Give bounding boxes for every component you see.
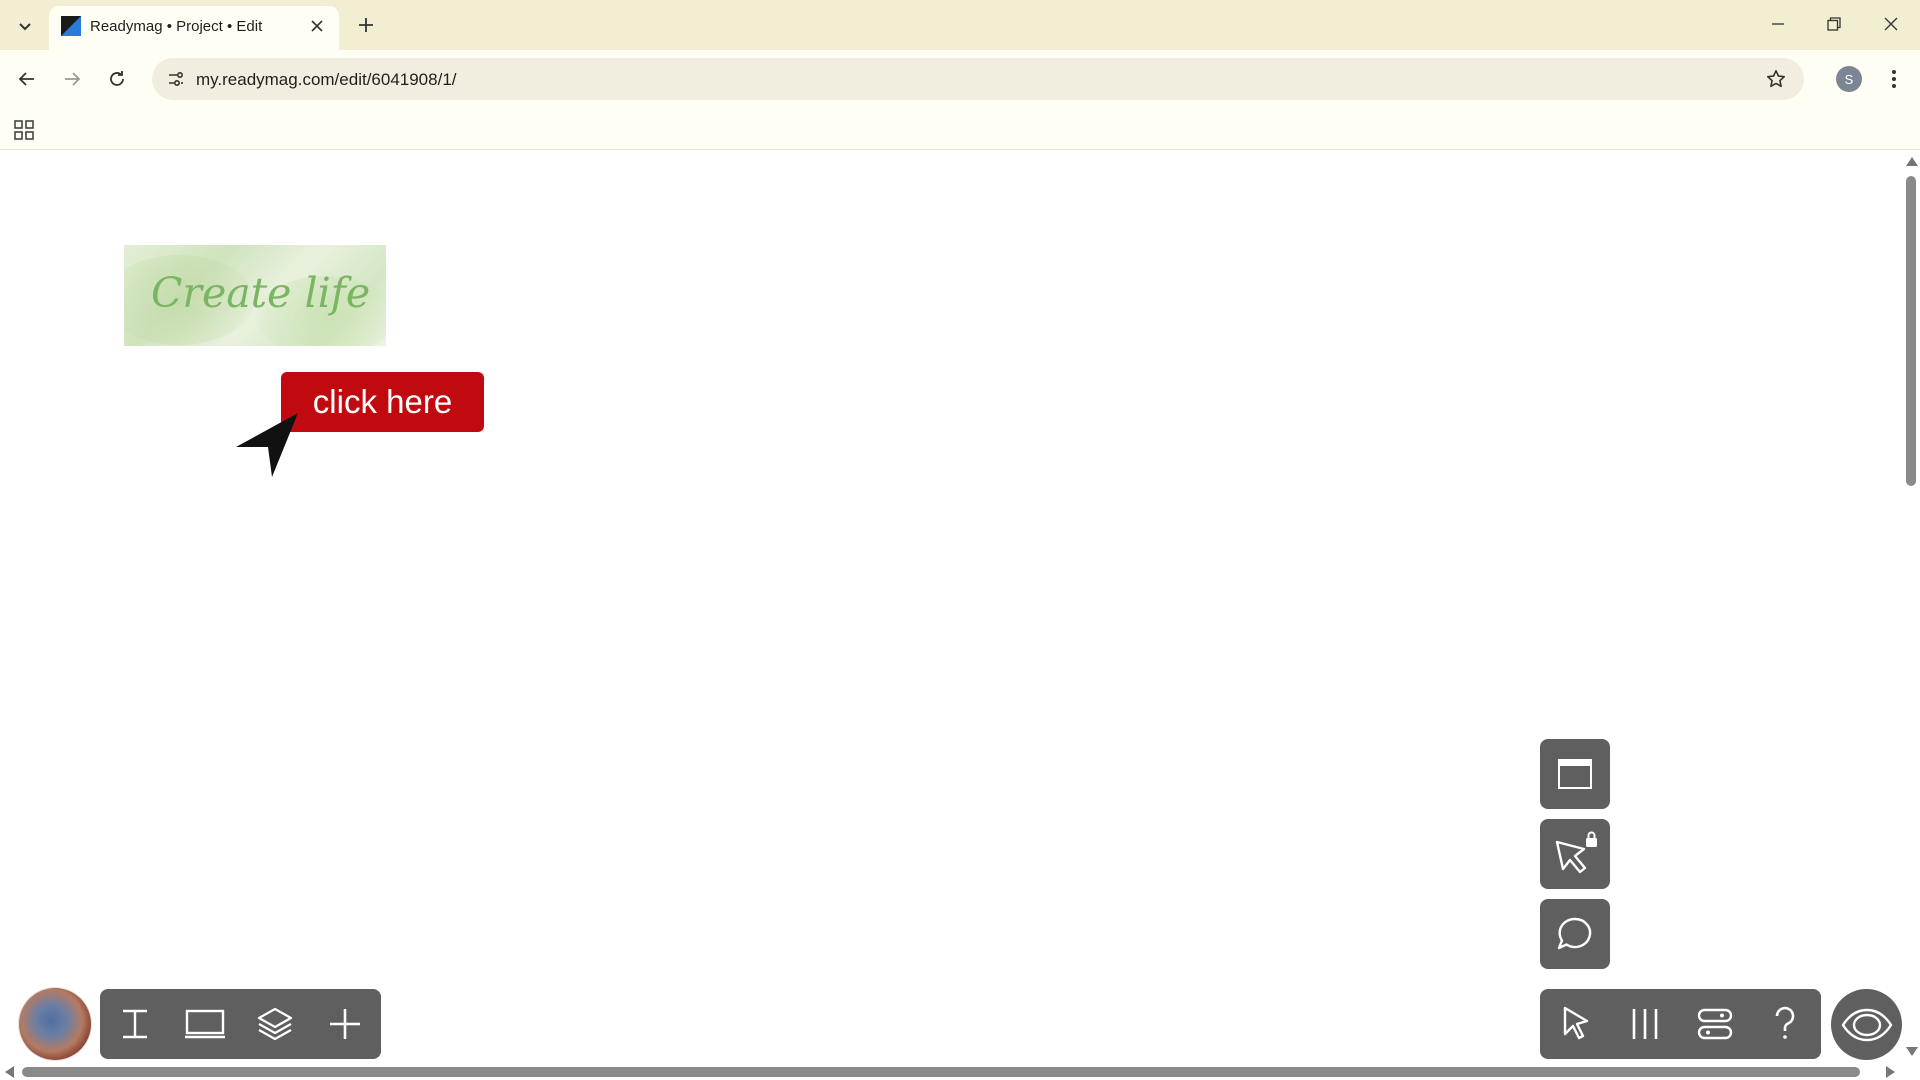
bookmark-button[interactable] [1764,67,1788,91]
pointer-lock-button[interactable] [1540,819,1610,889]
reload-button[interactable] [100,62,134,96]
comment-button[interactable] [1540,899,1610,969]
add-icon [330,1009,360,1039]
reload-icon [110,71,124,86]
minimize-button[interactable] [1760,6,1796,42]
forward-icon [65,72,81,86]
star-icon [1767,70,1785,88]
restore-icon [1827,17,1841,31]
hero-image[interactable]: Create life [124,245,386,346]
settings-toggle-icon [1697,1008,1733,1040]
profile-avatar[interactable]: S [1836,66,1862,92]
chevron-down-icon [19,23,31,31]
editor-canvas[interactable]: Create life click here [0,151,1904,1066]
help-icon [1775,1006,1795,1039]
scroll-left-arrow-icon[interactable] [5,1066,14,1078]
close-icon [311,20,323,32]
minimize-icon [1772,23,1784,25]
left-tools-panel [100,989,381,1059]
horizontal-scroll-thumb[interactable] [22,1067,1860,1077]
close-window-button[interactable] [1873,6,1909,42]
hero-text: Create life [151,269,371,317]
layers-button[interactable] [240,989,310,1059]
browser-menu-button[interactable] [1880,64,1908,94]
url-text[interactable]: my.readymag.com/edit/6041908/1/ [196,70,457,90]
apps-icon[interactable] [12,118,36,142]
columns-button[interactable] [1610,989,1680,1059]
active-tab[interactable]: Readymag • Project • Edit [49,6,339,50]
tab-search-button[interactable] [11,12,39,40]
scroll-up-arrow-icon[interactable] [1906,157,1918,166]
click-here-button[interactable]: click here [281,372,484,432]
navigation-arrow-icon[interactable] [234,411,304,477]
text-tool-button[interactable] [100,989,170,1059]
right-tools-panel [1540,989,1821,1059]
widget-button[interactable] [1540,739,1610,809]
add-button[interactable] [310,989,380,1059]
settings-toggle-button[interactable] [1680,989,1750,1059]
columns-icon [1632,1009,1658,1039]
site-info-icon [169,71,184,87]
tab-close-button[interactable] [307,16,327,36]
comment-icon [1557,917,1592,950]
close-window-icon [1884,17,1898,31]
more-icon [1892,70,1896,88]
bookmarks-bar [0,108,1920,150]
project-avatar[interactable] [19,988,91,1060]
page-icon [185,1009,225,1039]
widget-icon [1558,759,1592,789]
page-button[interactable] [170,989,240,1059]
vertical-scroll-thumb[interactable] [1906,176,1916,486]
readymag-favicon-icon [61,16,81,36]
eye-icon [1841,1008,1892,1041]
restore-button[interactable] [1816,6,1852,42]
scroll-right-arrow-icon[interactable] [1886,1066,1895,1078]
new-tab-button[interactable] [352,11,380,39]
back-icon [18,72,34,86]
text-tool-icon [123,1009,147,1039]
layers-icon [257,1007,293,1041]
forward-button[interactable] [55,62,89,96]
back-button[interactable] [10,62,44,96]
address-bar[interactable]: my.readymag.com/edit/6041908/1/ [152,58,1804,100]
preview-button[interactable] [1831,989,1902,1060]
browser-tab-bar: Readymag • Project • Edit [0,0,1920,50]
select-pointer-icon [1563,1006,1589,1040]
tab-title: Readymag • Project • Edit [90,18,263,35]
browser-toolbar: my.readymag.com/edit/6041908/1/ S [0,50,1920,108]
site-info-button[interactable] [164,67,188,91]
scroll-down-arrow-icon[interactable] [1906,1047,1918,1056]
plus-icon [359,18,373,32]
pointer-lock-icon [1555,831,1597,874]
help-button[interactable] [1750,989,1820,1059]
select-pointer-button[interactable] [1540,989,1610,1059]
